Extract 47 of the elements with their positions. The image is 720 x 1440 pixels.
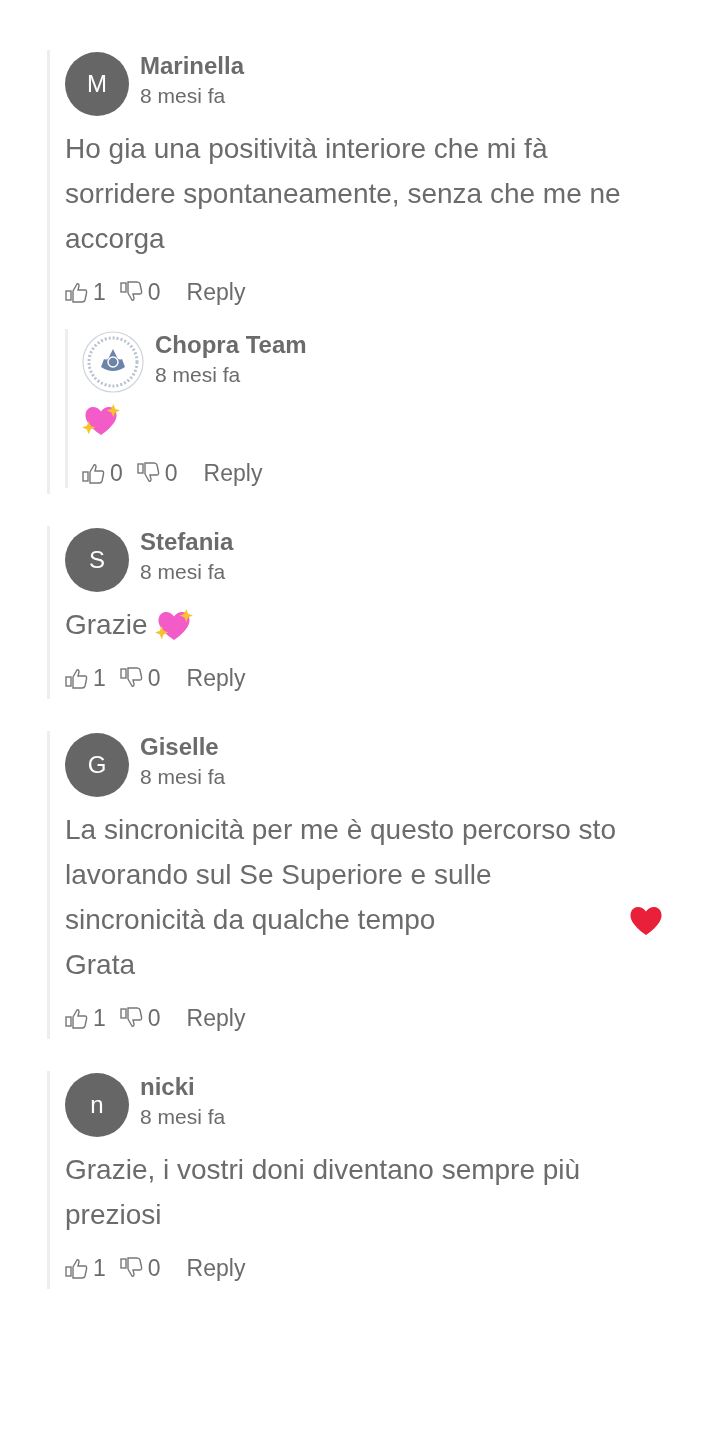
sparkling-heart-icon: [82, 403, 120, 437]
sparkling-heart-icon: [155, 608, 194, 642]
dislike-button[interactable]: 0: [136, 459, 178, 487]
timestamp: 8 mesi fa: [140, 560, 227, 584]
comment-text: Ho gia una positività interiore che mi fà sorridere spontaneamente, senza che me ne accorga: [65, 132, 622, 256]
thumbs-down-icon: [119, 667, 144, 689]
comment-text: Grazie, i vostri doni diventano sempre più preziosi: [65, 1153, 582, 1232]
thumbs-down-icon: [119, 1007, 144, 1029]
avatar: M: [65, 52, 129, 116]
timestamp: 8 mesi fa: [140, 1105, 226, 1129]
avatar: n: [65, 1073, 129, 1137]
like-button[interactable]: 0: [82, 459, 123, 487]
author-name: Marinella: [140, 52, 245, 80]
thumbs-up-icon: [65, 281, 89, 303]
thumbs-down-icon: [119, 1257, 144, 1279]
thumbs-up-icon: [65, 1257, 89, 1279]
avatar: S: [65, 528, 129, 592]
timestamp: 8 mesi fa: [140, 765, 226, 789]
timestamp: 8 mesi fa: [140, 84, 227, 108]
thumbs-down-icon: [136, 462, 161, 484]
thumbs-up-icon: [65, 667, 89, 689]
dislike-button[interactable]: 0: [119, 278, 161, 306]
like-button[interactable]: 1: [65, 1004, 106, 1032]
comment-text: La sincronicità per me è questo percorso sto lavorando sul Se Superiore e sulle sincronicità da qualche tempo: [65, 813, 617, 937]
reply-button[interactable]: Reply: [186, 664, 246, 692]
reply-button[interactable]: Reply: [186, 1004, 246, 1032]
like-button[interactable]: 1: [65, 278, 106, 306]
dislike-button[interactable]: 0: [119, 664, 161, 692]
comment-text: Grazie: [65, 608, 148, 642]
like-button[interactable]: 1: [65, 1254, 106, 1282]
thumbs-down-icon: [119, 281, 144, 303]
like-button[interactable]: 1: [65, 664, 106, 692]
dislike-button[interactable]: 0: [119, 1004, 161, 1032]
timestamp: 8 mesi fa: [155, 363, 242, 387]
author-name: Giselle: [140, 733, 220, 761]
comment-text: Grata: [65, 948, 136, 982]
dislike-button[interactable]: 0: [119, 1254, 161, 1282]
logo-avatar-icon: [82, 331, 144, 393]
author-name: nicki: [140, 1073, 196, 1101]
reply-button[interactable]: Reply: [186, 1254, 246, 1282]
author-name: Chopra Team: [155, 331, 307, 359]
thumbs-up-icon: [82, 462, 106, 484]
avatar: G: [65, 733, 129, 797]
thumbs-up-icon: [65, 1007, 89, 1029]
reply-button[interactable]: Reply: [186, 278, 246, 306]
reply-button[interactable]: Reply: [203, 459, 263, 487]
author-name: Stefania: [140, 528, 234, 556]
